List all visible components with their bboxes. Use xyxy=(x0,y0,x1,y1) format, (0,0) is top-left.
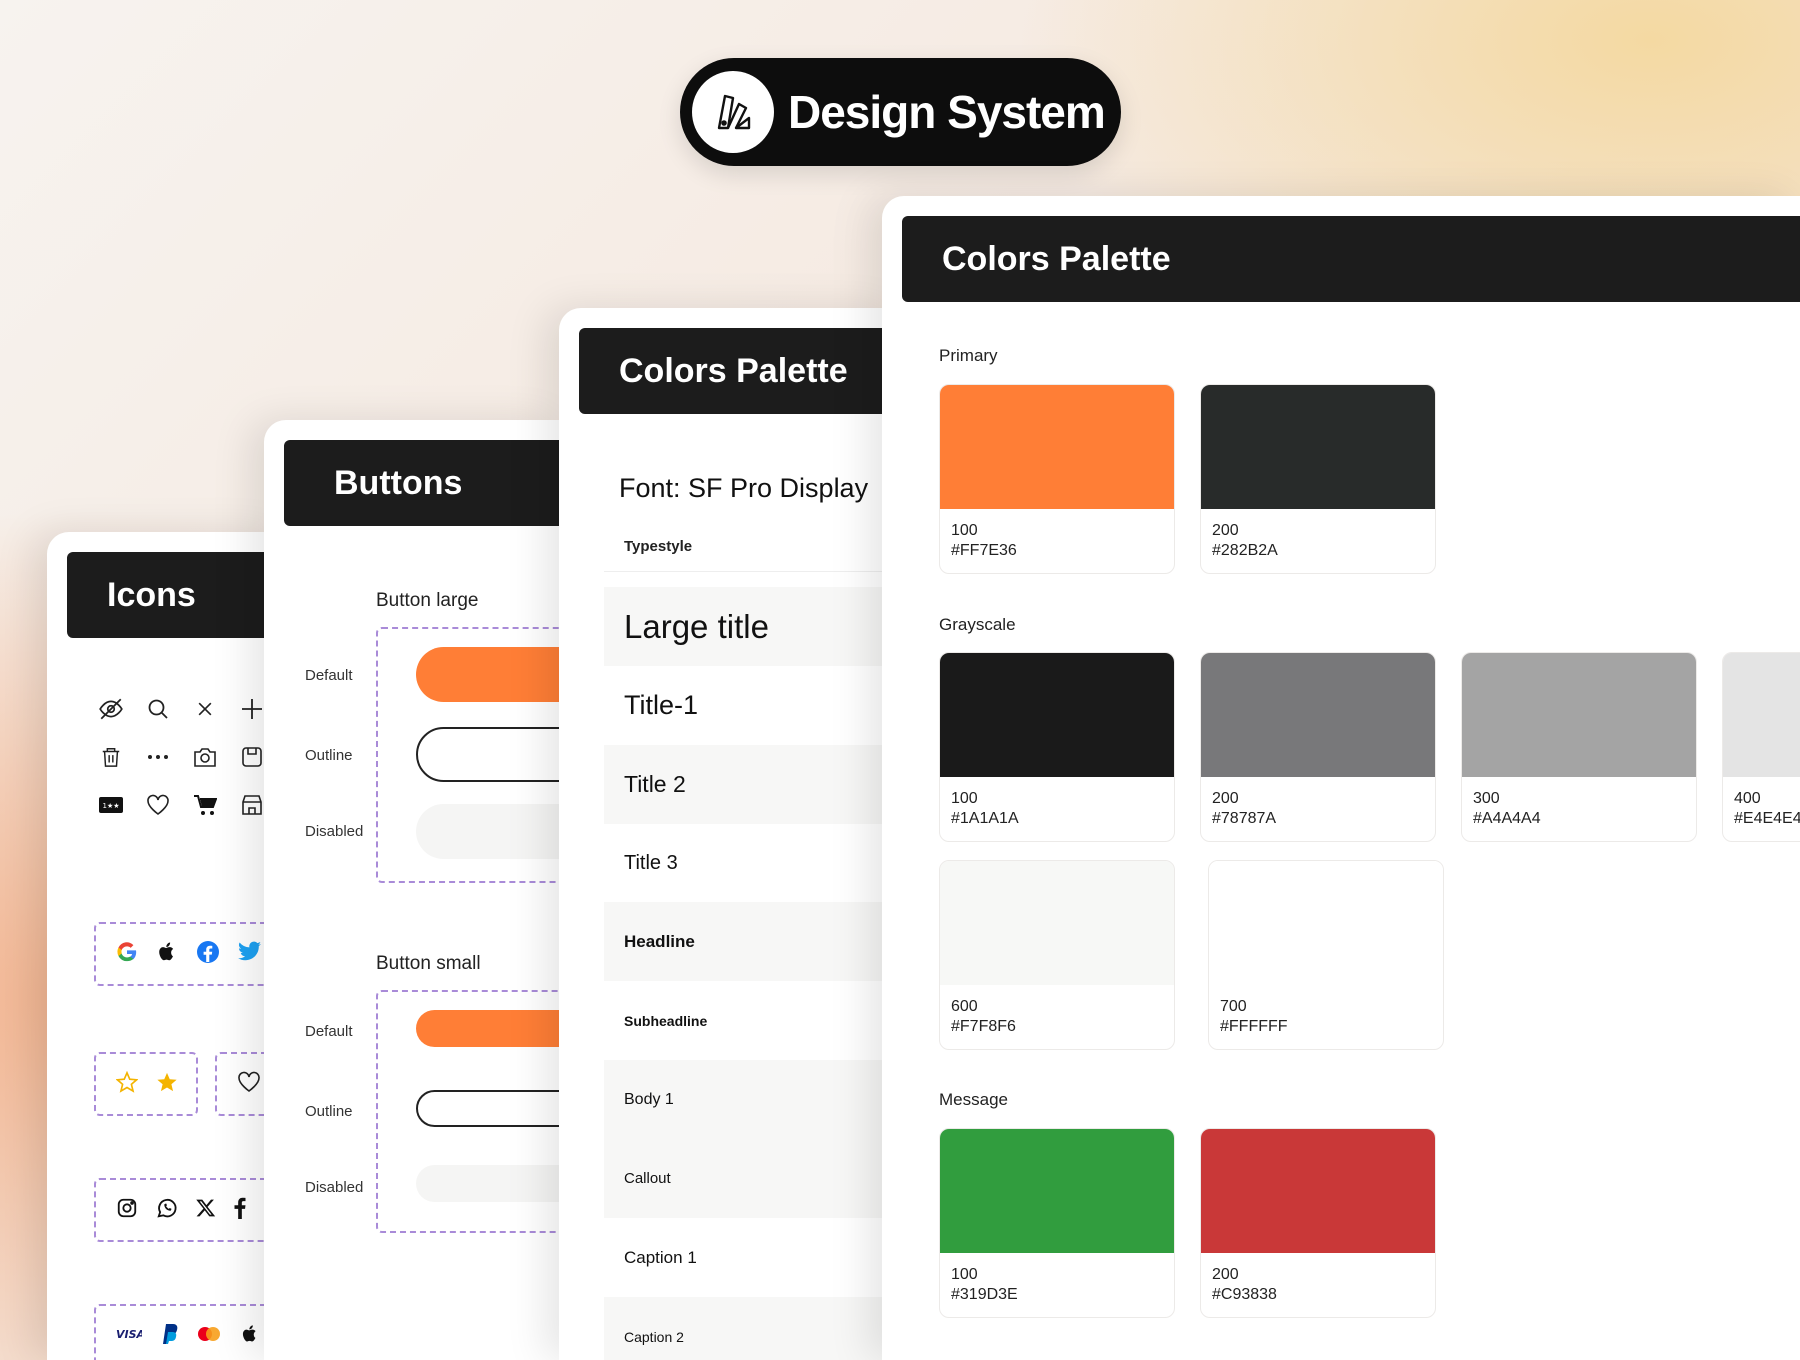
apple-icon xyxy=(156,940,178,969)
instagram-icon xyxy=(116,1197,138,1224)
facebook-f-icon xyxy=(234,1197,246,1224)
state-label-outline: Outline xyxy=(305,747,353,764)
swatch-grayscale-600[interactable]: 600 #F7F8F6 xyxy=(939,860,1175,1050)
buttons-card-title: Buttons xyxy=(284,440,564,526)
svg-text:1★★: 1★★ xyxy=(102,802,119,810)
type-headline: Headline xyxy=(604,902,899,981)
type-subheadline: Subheadline xyxy=(624,1012,708,1029)
x-icon xyxy=(196,1198,216,1223)
swatch-fill xyxy=(1201,385,1435,509)
swatch-fill xyxy=(940,1129,1174,1253)
cart-icon xyxy=(181,788,228,822)
typography-card-title: Colors Palette xyxy=(579,328,899,414)
swatch-message-200[interactable]: 200 #C93838 xyxy=(1200,1128,1436,1318)
button-small-label: Button small xyxy=(376,953,481,974)
facebook-icon xyxy=(196,940,220,969)
state-label-disabled: Disabled xyxy=(305,823,364,840)
swatch-fill xyxy=(1462,653,1696,777)
state-label-default: Default xyxy=(305,667,353,684)
swatch-fill xyxy=(1209,861,1443,985)
paypal-icon xyxy=(160,1323,178,1350)
close-icon xyxy=(181,692,228,726)
typestyle-label: Typestyle xyxy=(624,538,693,555)
swatch-grayscale-300[interactable]: 300 #A4A4A4 xyxy=(1461,652,1697,842)
button-large-label: Button large xyxy=(376,590,479,611)
google-icon xyxy=(116,941,138,968)
hero-title: Design System xyxy=(788,86,1106,138)
type-title-3: Title 3 xyxy=(624,852,678,874)
swatch-fill xyxy=(1201,653,1435,777)
swatch-grayscale-100[interactable]: 100 #1A1A1A xyxy=(939,652,1175,842)
social-login-icons xyxy=(94,922,287,986)
camera-icon xyxy=(181,740,228,774)
payment-icons: VISA xyxy=(94,1304,287,1360)
group-label-primary: Primary xyxy=(939,346,998,365)
group-label-grayscale: Grayscale xyxy=(939,615,1016,634)
social-share-icons xyxy=(94,1178,287,1242)
group-label-message: Message xyxy=(939,1090,1008,1109)
swatch-fill xyxy=(1723,653,1800,777)
type-large-title: Large title xyxy=(604,587,899,666)
search-icon xyxy=(134,692,181,726)
type-caption-2: Caption 2 xyxy=(604,1297,899,1360)
swatch-fill xyxy=(940,385,1174,509)
star-outline-icon xyxy=(115,1070,139,1098)
svg-text:VISA: VISA xyxy=(116,1328,142,1341)
star-filled-icon xyxy=(156,1071,178,1098)
swatch-primary-100[interactable]: 100 #FF7E36 xyxy=(939,384,1175,574)
heart-icon xyxy=(134,788,181,822)
button-large-outline[interactable] xyxy=(416,727,564,782)
swatch-fill xyxy=(940,653,1174,777)
button-large-disabled xyxy=(416,804,564,859)
typography-card: Colors Palette Font: SF Pro Display Type… xyxy=(559,308,899,1360)
swatch-fill xyxy=(940,861,1174,985)
heart-outline-icon xyxy=(237,1071,261,1098)
more-icon xyxy=(134,740,181,774)
type-title-2: Title 2 xyxy=(604,745,899,824)
icon-grid: 1★★ xyxy=(87,692,275,822)
whatsapp-icon xyxy=(156,1197,178,1224)
rating-stars xyxy=(94,1052,198,1116)
font-family-title: Font: SF Pro Display xyxy=(619,473,869,503)
trash-icon xyxy=(87,740,134,774)
type-caption-1: Caption 1 xyxy=(624,1247,697,1267)
state-label-default-small: Default xyxy=(305,1023,353,1040)
swatch-grayscale-400[interactable]: 400 #E4E4E4 xyxy=(1722,652,1800,842)
icons-card-title: Icons xyxy=(67,552,287,638)
ticket-icon: 1★★ xyxy=(87,788,134,822)
swatch-message-100[interactable]: 100 #319D3E xyxy=(939,1128,1175,1318)
eye-off-icon xyxy=(87,692,134,726)
design-system-badge: Design System xyxy=(680,58,1121,166)
swatch-primary-200[interactable]: 200 #282B2A xyxy=(1200,384,1436,574)
button-small-default[interactable] xyxy=(416,1010,564,1047)
swatch-fill xyxy=(1201,1129,1435,1253)
icons-card: Icons 1★★ VISA xyxy=(47,532,287,1360)
typestyle-divider xyxy=(604,571,899,572)
button-large-default[interactable] xyxy=(416,647,564,702)
type-body-1: Body 1 xyxy=(604,1060,899,1139)
button-small-disabled xyxy=(416,1165,564,1202)
apple-pay-icon xyxy=(240,1323,260,1350)
state-label-outline-small: Outline xyxy=(305,1103,353,1120)
swatch-grayscale-200[interactable]: 200 #78787A xyxy=(1200,652,1436,842)
colors-card-title: Colors Palette xyxy=(902,216,1800,302)
twitter-icon xyxy=(238,941,262,968)
visa-icon: VISA xyxy=(116,1327,145,1346)
state-label-disabled-small: Disabled xyxy=(305,1179,364,1196)
buttons-card: Buttons Button large Default Outline Dis… xyxy=(264,420,564,1360)
colors-palette-card: Colors Palette Primary 100 #FF7E36 200 #28… xyxy=(882,196,1800,1360)
swatch-book-icon xyxy=(692,71,774,153)
button-small-outline[interactable] xyxy=(416,1090,564,1127)
mastercard-icon xyxy=(196,1326,222,1347)
type-title-1: Title-1 xyxy=(624,690,699,720)
type-callout: Callout xyxy=(604,1139,899,1218)
swatch-grayscale-700[interactable]: 700 #FFFFFF xyxy=(1208,860,1444,1050)
